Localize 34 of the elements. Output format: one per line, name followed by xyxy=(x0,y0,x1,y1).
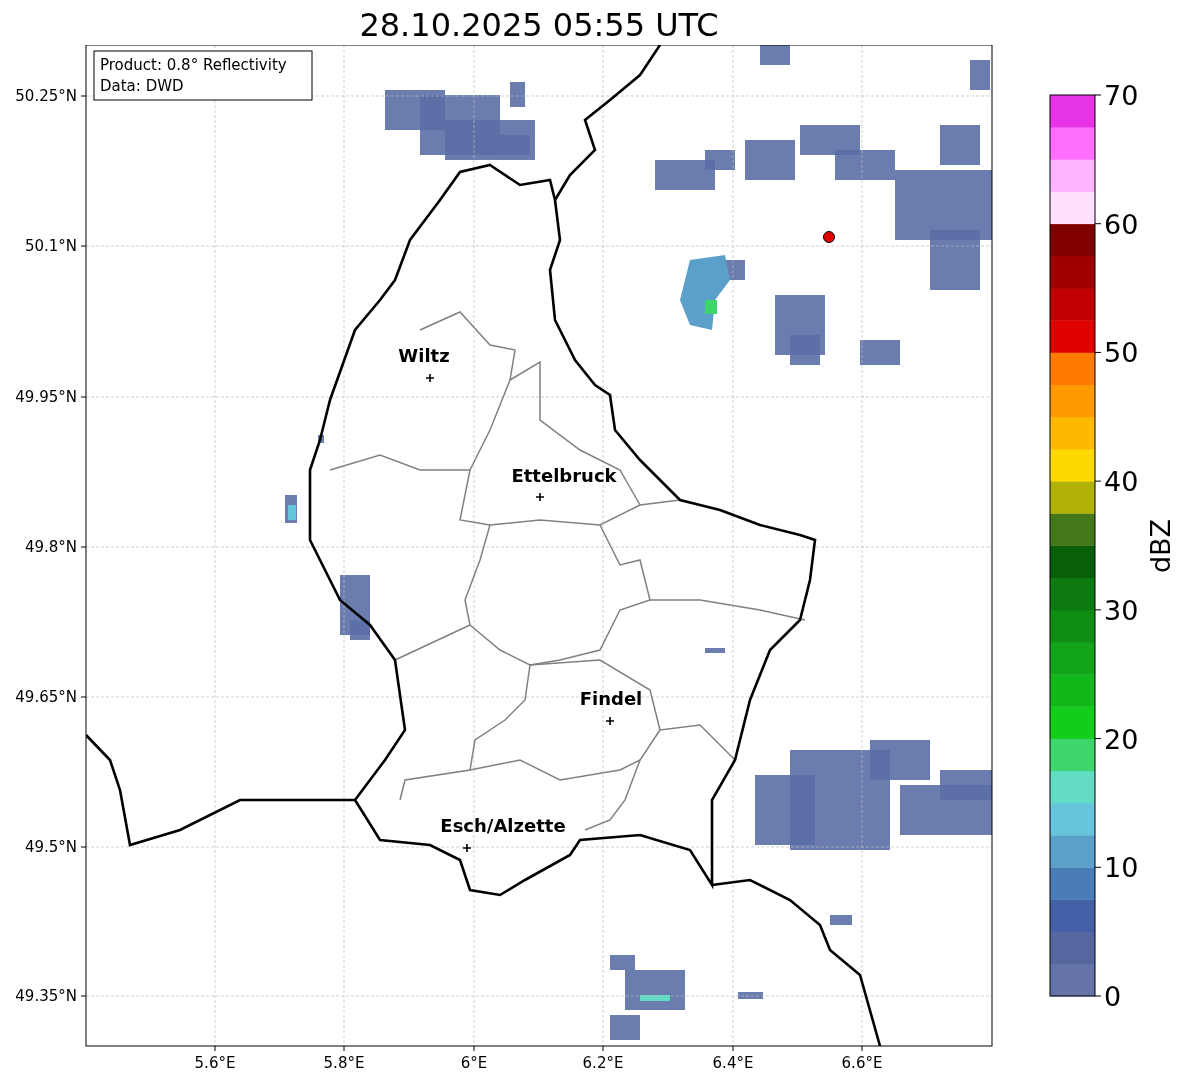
city-marker-icon xyxy=(535,492,545,502)
info-text: Data: DWD xyxy=(100,77,184,95)
longitude-label: 5.8°E xyxy=(323,1054,365,1072)
scale-value: 50 xyxy=(1104,337,1139,369)
city-marker-icon xyxy=(605,716,615,726)
city-marker-icon xyxy=(425,373,435,383)
map-title: 28.10.2025 05:55 UTC xyxy=(359,4,719,41)
city-label: Esch/Alzette xyxy=(440,815,566,836)
latitude-label: 49.35°N xyxy=(15,987,77,1005)
latitude-label: 49.65°N xyxy=(15,688,77,706)
latitude-label: 50.1°N xyxy=(24,237,77,255)
scale-value: 10 xyxy=(1104,852,1139,884)
scale-value: 70 xyxy=(1104,80,1139,111)
scale-unit-label: dBZ xyxy=(1145,518,1176,574)
city-marker-icon xyxy=(462,843,472,853)
longitude-label: 5.6°E xyxy=(194,1054,236,1072)
location-dot-icon xyxy=(823,231,835,243)
city-label: Findel xyxy=(579,688,643,709)
city-label: Wiltz xyxy=(398,345,450,366)
longitude-label: 6°E xyxy=(460,1054,488,1072)
longitude-label: 6.6°E xyxy=(841,1054,883,1072)
longitude-label: 6.2°E xyxy=(582,1054,624,1072)
scale-value: 60 xyxy=(1104,208,1139,240)
scale-value: 20 xyxy=(1104,723,1139,755)
scale-value: 40 xyxy=(1104,466,1139,498)
longitude-label: 6.4°E xyxy=(712,1054,754,1072)
latitude-label: 49.8°N xyxy=(24,538,77,556)
latitude-label: 49.95°N xyxy=(15,388,77,406)
latitude-label: 50.25°N xyxy=(15,87,77,105)
scale-value: 30 xyxy=(1104,594,1139,626)
info-text: Product: 0.8° Reflectivity xyxy=(100,56,287,74)
latitude-label: 49.5°N xyxy=(24,838,77,856)
city-label: Ettelbruck xyxy=(511,465,617,486)
scale-value: 0 xyxy=(1104,981,1122,1012)
